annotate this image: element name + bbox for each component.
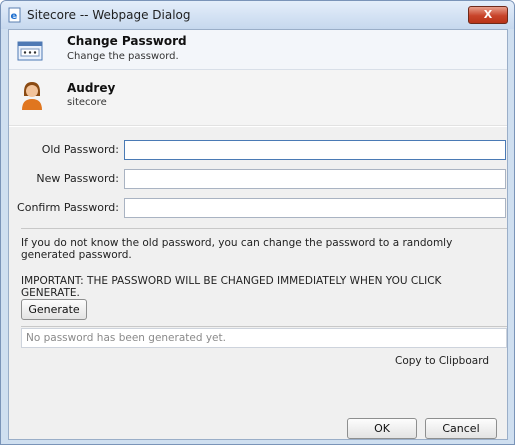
- old-password-label: Old Password:: [41, 143, 119, 156]
- generated-password-field[interactable]: No password has been generated yet.: [21, 328, 507, 348]
- dialog-title: Change Password: [67, 34, 187, 48]
- close-button[interactable]: X: [468, 6, 508, 24]
- svg-text:e: e: [11, 11, 18, 22]
- random-password-info: If you do not know the old password, you…: [21, 237, 453, 261]
- confirm-password-input[interactable]: [124, 198, 506, 218]
- form-area: Old Password: New Password: Confirm Pass…: [9, 127, 507, 439]
- user-domain: sitecore: [67, 97, 107, 108]
- new-password-input[interactable]: [124, 169, 506, 189]
- generate-warning: IMPORTANT: THE PASSWORD WILL BE CHANGED …: [21, 275, 442, 299]
- dialog-client-area: Change Password Change the password. Aud…: [8, 29, 508, 440]
- user-avatar-icon: [22, 82, 42, 110]
- password-field-icon: [17, 41, 43, 61]
- dialog-window: e Sitecore -- Webpage Dialog X Change Pa…: [0, 0, 515, 445]
- generate-button[interactable]: Generate: [21, 299, 87, 320]
- window-title: Sitecore -- Webpage Dialog: [27, 8, 191, 22]
- user-panel: Audrey sitecore: [9, 70, 507, 126]
- ie-page-icon: e: [8, 7, 21, 23]
- user-name: Audrey: [67, 81, 116, 95]
- copy-to-clipboard-link[interactable]: Copy to Clipboard: [395, 355, 489, 367]
- title-bar[interactable]: e Sitecore -- Webpage Dialog X: [1, 1, 514, 29]
- cancel-button[interactable]: Cancel: [425, 418, 497, 439]
- section-divider: [21, 326, 507, 327]
- close-icon: X: [483, 8, 493, 21]
- old-password-input[interactable]: [124, 140, 506, 160]
- dialog-header: Change Password Change the password.: [9, 30, 507, 70]
- confirm-password-label: Confirm Password:: [17, 201, 119, 214]
- new-password-label: New Password:: [36, 172, 119, 185]
- section-divider: [21, 228, 507, 229]
- dialog-subtitle: Change the password.: [67, 51, 179, 62]
- ok-button[interactable]: OK: [347, 418, 417, 439]
